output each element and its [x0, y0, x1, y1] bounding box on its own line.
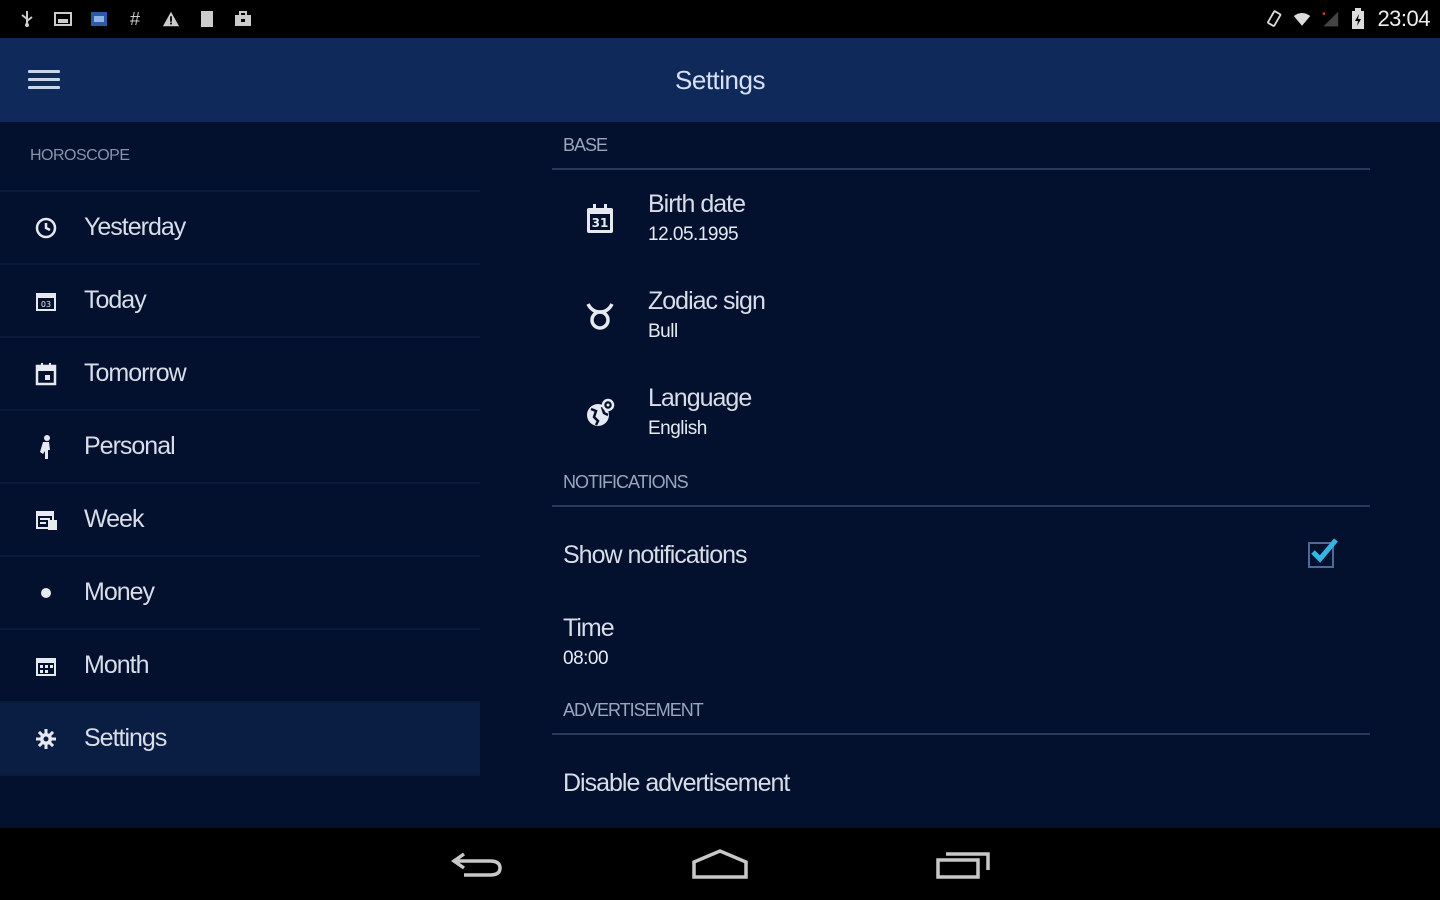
system-nav-bar	[0, 828, 1440, 900]
calendar-week-icon	[30, 508, 62, 532]
app-bar: Settings	[0, 38, 1440, 122]
calendar-tomorrow-icon	[30, 362, 62, 386]
drawer-item-label: Personal	[84, 432, 176, 460]
drawer-item-week[interactable]: Week	[0, 484, 480, 557]
section-header-advertisement: ADVERTISEMENT	[552, 683, 1370, 735]
menu-icon[interactable]	[28, 70, 60, 90]
section-header-notifications: NOTIFICATIONS	[552, 461, 1370, 507]
drawer-item-personal[interactable]: Personal	[0, 411, 480, 484]
navigation-drawer: HOROSCOPE Yesterday 03 Today Tomorrow Pe…	[0, 122, 480, 828]
svg-text:03: 03	[41, 300, 51, 309]
home-icon	[692, 849, 748, 879]
show-notifications-title: Show notifications	[563, 541, 748, 569]
language-setting[interactable]: Language English	[552, 364, 1370, 461]
drawer-item-label: Yesterday	[84, 213, 186, 241]
taurus-icon	[552, 300, 648, 332]
clock-time: 23:04	[1377, 6, 1430, 31]
image-icon	[54, 10, 72, 28]
rotate-icon	[1265, 10, 1283, 28]
time-title: Time	[563, 614, 615, 642]
show-notifications-setting[interactable]: Show notifications	[552, 507, 1370, 603]
zodiac-sign-value: Bull	[648, 320, 678, 342]
drawer-item-today[interactable]: 03 Today	[0, 265, 480, 338]
checkmark-icon	[1311, 538, 1338, 563]
drawer-item-settings[interactable]: Settings	[0, 703, 480, 776]
drawer-item-label: Week	[84, 505, 144, 533]
section-header-base: BASE	[552, 122, 1370, 170]
recents-icon	[936, 852, 990, 879]
birth-date-title: Birth date	[648, 189, 746, 218]
gear-icon	[30, 727, 62, 751]
drawer-item-label: Settings	[84, 724, 167, 752]
warning-icon	[162, 10, 180, 28]
globe-icon	[552, 397, 648, 429]
home-button[interactable]	[690, 844, 750, 884]
back-button[interactable]	[448, 844, 508, 884]
app-notification-icon	[90, 10, 108, 28]
drawer-item-tomorrow[interactable]: Tomorrow	[0, 338, 480, 411]
page-title: Settings	[675, 64, 765, 95]
drawer-item-month[interactable]: Month	[0, 630, 480, 703]
briefcase-icon	[234, 10, 252, 28]
clock-icon	[30, 216, 62, 240]
status-bar: # 23:04	[0, 0, 1440, 38]
drawer-item-label: Month	[84, 651, 149, 679]
time-value: 08:00	[563, 648, 609, 669]
drawer-item-money[interactable]: Money	[0, 557, 480, 630]
wifi-icon	[1293, 10, 1311, 28]
drawer-item-yesterday[interactable]: Yesterday	[0, 192, 480, 265]
drawer-item-label: Money	[84, 578, 155, 606]
sd-card-icon	[198, 10, 216, 28]
drawer-item-label: Today	[84, 286, 147, 314]
zodiac-sign-title: Zodiac sign	[648, 286, 766, 315]
language-value: English	[648, 417, 707, 439]
usb-icon	[18, 10, 36, 28]
disable-ads-title: Disable advertisement	[563, 769, 790, 797]
recents-button[interactable]	[934, 844, 994, 884]
person-icon	[30, 434, 62, 460]
notification-time-setting[interactable]: Time 08:00	[552, 603, 1370, 683]
content-area: HOROSCOPE Yesterday 03 Today Tomorrow Pe…	[0, 122, 1440, 828]
drawer-header: HOROSCOPE	[0, 122, 480, 192]
calendar-today-icon: 03	[30, 289, 62, 313]
calendar-month-icon	[30, 654, 62, 678]
birth-date-value: 12.05.1995	[648, 223, 739, 245]
disable-ads-setting[interactable]: Disable advertisement	[552, 735, 1370, 828]
calendar-icon: 31	[552, 203, 648, 235]
hash-icon: #	[129, 8, 140, 29]
back-icon	[450, 852, 502, 877]
svg-text:31: 31	[592, 216, 609, 230]
dot-icon	[30, 581, 62, 605]
signal-icon	[1321, 10, 1339, 28]
birth-date-setting[interactable]: 31 Birth date 12.05.1995	[552, 170, 1370, 267]
zodiac-sign-setting[interactable]: Zodiac sign Bull	[552, 267, 1370, 364]
language-title: Language	[648, 383, 752, 412]
settings-panel: BASE 31 Birth date 12.05.1995 Zodiac sig…	[552, 122, 1370, 828]
battery-icon	[1349, 8, 1367, 29]
show-notifications-checkbox[interactable]	[1308, 538, 1338, 568]
drawer-item-label: Tomorrow	[84, 359, 187, 387]
